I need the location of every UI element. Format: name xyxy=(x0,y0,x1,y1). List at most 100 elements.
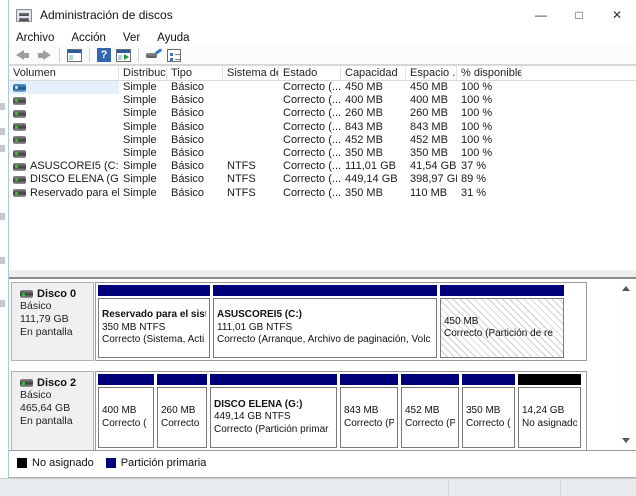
scroll-down-icon[interactable] xyxy=(618,433,633,448)
console-window-play-icon[interactable] xyxy=(116,49,131,62)
disk-status: En pantalla xyxy=(20,415,93,428)
column-header-capacidad[interactable]: Capacidad xyxy=(341,66,406,80)
volume-row[interactable]: ASUSCOREI5 (C:)SimpleBásicoNTFSCorrecto … xyxy=(9,160,636,173)
column-header-estado[interactable]: Estado xyxy=(279,66,341,80)
column-header-disponible[interactable]: % disponible xyxy=(457,66,522,80)
partition-type-bar xyxy=(440,285,564,296)
scroll-up-icon[interactable] xyxy=(618,281,633,296)
drive-icon xyxy=(13,123,26,131)
partition-350-mb[interactable]: 350 MBCorrecto ( xyxy=(462,374,515,448)
legend-swatch xyxy=(17,458,27,468)
partition-type-bar xyxy=(518,374,581,385)
partition-status: Correcto (Sistema, Acti xyxy=(102,334,206,347)
partition-size: 450 MB xyxy=(444,316,560,329)
volume-row[interactable]: Reservado para el ...SimpleBásicoNTFSCor… xyxy=(9,187,636,200)
cell-volumen xyxy=(9,147,119,160)
volume-row[interactable]: SimpleBásicoCorrecto (...350 MB350 MB100… xyxy=(9,147,636,160)
toolbar-separator xyxy=(138,48,139,62)
partition-status: Correcto ( xyxy=(466,418,511,431)
device-tool-icon[interactable] xyxy=(146,49,162,61)
menu-acci-n[interactable]: Acción xyxy=(71,32,106,44)
partition-body: 14,24 GBNo asignado xyxy=(518,387,581,448)
column-header-espacio[interactable]: Espacio ... xyxy=(406,66,457,80)
vertical-scrollbar[interactable] xyxy=(618,281,633,448)
maximize-button[interactable]: □ xyxy=(560,0,598,30)
help-icon[interactable]: ? xyxy=(97,48,111,62)
partition-14-24-gb[interactable]: 14,24 GBNo asignado xyxy=(518,374,581,448)
menu-ver[interactable]: Ver xyxy=(123,32,140,44)
cell-disponible: 31 % xyxy=(457,187,522,200)
drive-icon xyxy=(13,110,26,118)
disk-name: Disco 2 xyxy=(20,377,93,389)
minimize-button[interactable]: — xyxy=(522,0,560,30)
partition-size: 400 MB xyxy=(102,405,150,418)
partition-reservado-para-el-sist[interactable]: Reservado para el sist350 MB NTFSCorrect… xyxy=(98,285,210,358)
close-button[interactable]: ✕ xyxy=(598,0,636,30)
partition-size: 350 MB xyxy=(466,405,511,418)
cell-distribucion: Simple xyxy=(119,187,167,200)
properties-icon[interactable] xyxy=(167,49,181,62)
titlebar: Administración de discos — □ ✕ xyxy=(9,0,636,30)
cell-capacidad: 452 MB xyxy=(341,134,406,147)
cell-espacio: 260 MB xyxy=(406,107,457,120)
cell-distribucion: Simple xyxy=(119,173,167,186)
partition-452-mb[interactable]: 452 MBCorrecto (P xyxy=(401,374,459,448)
screen: Administración de discos — □ ✕ Archivo Ac… xyxy=(0,0,636,496)
partition-body: Reservado para el sist350 MB NTFSCorrect… xyxy=(98,298,210,358)
cell-capacidad: 450 MB xyxy=(341,81,406,94)
column-header-volumen[interactable]: Volumen xyxy=(9,66,119,80)
partition-450-mb[interactable]: 450 MBCorrecto (Partición de re xyxy=(440,285,564,358)
partition-asuscorei5-c[interactable]: ASUSCOREI5 (C:)111,01 GB NTFSCorrecto (A… xyxy=(213,285,437,358)
cell-sistema: NTFS xyxy=(223,173,279,186)
partition-400-mb[interactable]: 400 MBCorrecto ( xyxy=(98,374,154,448)
volume-row[interactable]: SimpleBásicoCorrecto (...260 MB260 MB100… xyxy=(9,107,636,120)
partition-843-mb[interactable]: 843 MBCorrecto (Pa xyxy=(340,374,398,448)
cell-capacidad: 111,01 GB xyxy=(341,160,406,173)
cell-volumen xyxy=(9,81,119,94)
column-header-tipo[interactable]: Tipo xyxy=(167,66,223,80)
partition-status: No asignado xyxy=(522,418,577,431)
partition-disco-elena-g[interactable]: DISCO ELENA (G:)449,14 GB NTFSCorrecto (… xyxy=(210,374,337,448)
cell-tipo: Básico xyxy=(167,173,223,186)
volume-row[interactable]: DISCO ELENA (G:)SimpleBásicoNTFSCorrecto… xyxy=(9,173,636,186)
pane-splitter[interactable] xyxy=(9,270,636,279)
cell-estado: Correcto (... xyxy=(279,107,341,120)
disk-management-window: Administración de discos — □ ✕ Archivo Ac… xyxy=(8,0,636,478)
disk-header-disco-2[interactable]: Disco 2Básico465,64 GBEn pantalla xyxy=(11,371,94,451)
disk-status: En pantalla xyxy=(20,326,93,339)
volume-row[interactable]: SimpleBásicoCorrecto (...400 MB400 MB100… xyxy=(9,94,636,107)
volume-table-body: SimpleBásicoCorrecto (...450 MB450 MB100… xyxy=(9,81,636,200)
partition-status: Correcto (Pa xyxy=(344,418,394,431)
cell-volumen xyxy=(9,107,119,120)
cell-volumen: Reservado para el ... xyxy=(9,187,119,200)
legend-bar: No asignadoPartición primaria xyxy=(9,451,636,475)
menu-archivo[interactable]: Archivo xyxy=(16,32,54,44)
column-header-distribuci-n[interactable]: Distribución xyxy=(119,66,167,80)
cell-espacio: 450 MB xyxy=(406,81,457,94)
cell-disponible: 100 % xyxy=(457,94,522,107)
disk-kind: Básico xyxy=(20,300,93,313)
cell-estado: Correcto (... xyxy=(279,134,341,147)
column-header-filler xyxy=(522,66,636,80)
partition-260-mb[interactable]: 260 MBCorrecto xyxy=(157,374,207,448)
volume-row[interactable]: SimpleBásicoCorrecto (...450 MB450 MB100… xyxy=(9,81,636,94)
partition-size: 449,14 GB NTFS xyxy=(214,411,333,424)
menu-ayuda[interactable]: Ayuda xyxy=(157,32,189,44)
console-window-icon[interactable] xyxy=(67,49,82,62)
partition-body: 400 MBCorrecto ( xyxy=(98,387,154,448)
drive-icon xyxy=(13,84,26,92)
back-arrow-icon[interactable] xyxy=(15,50,31,61)
partition-status: Correcto (P xyxy=(405,418,455,431)
partition-type-bar xyxy=(98,374,154,385)
volume-row[interactable]: SimpleBásicoCorrecto (...452 MB452 MB100… xyxy=(9,134,636,147)
cell-distribucion: Simple xyxy=(119,81,167,94)
forward-arrow-icon[interactable] xyxy=(36,50,52,61)
volume-row[interactable]: SimpleBásicoCorrecto (...843 MB843 MB100… xyxy=(9,121,636,134)
taskbar-strip xyxy=(0,478,636,496)
column-header-sistema-de[interactable]: Sistema de ... xyxy=(223,66,279,80)
cell-disponible: 89 % xyxy=(457,173,522,186)
toolbar: ? xyxy=(9,46,636,65)
drive-icon xyxy=(13,189,26,197)
legend-label: No asignado xyxy=(32,457,94,469)
disk-header-disco-0[interactable]: Disco 0Básico111,79 GBEn pantalla xyxy=(11,282,94,361)
